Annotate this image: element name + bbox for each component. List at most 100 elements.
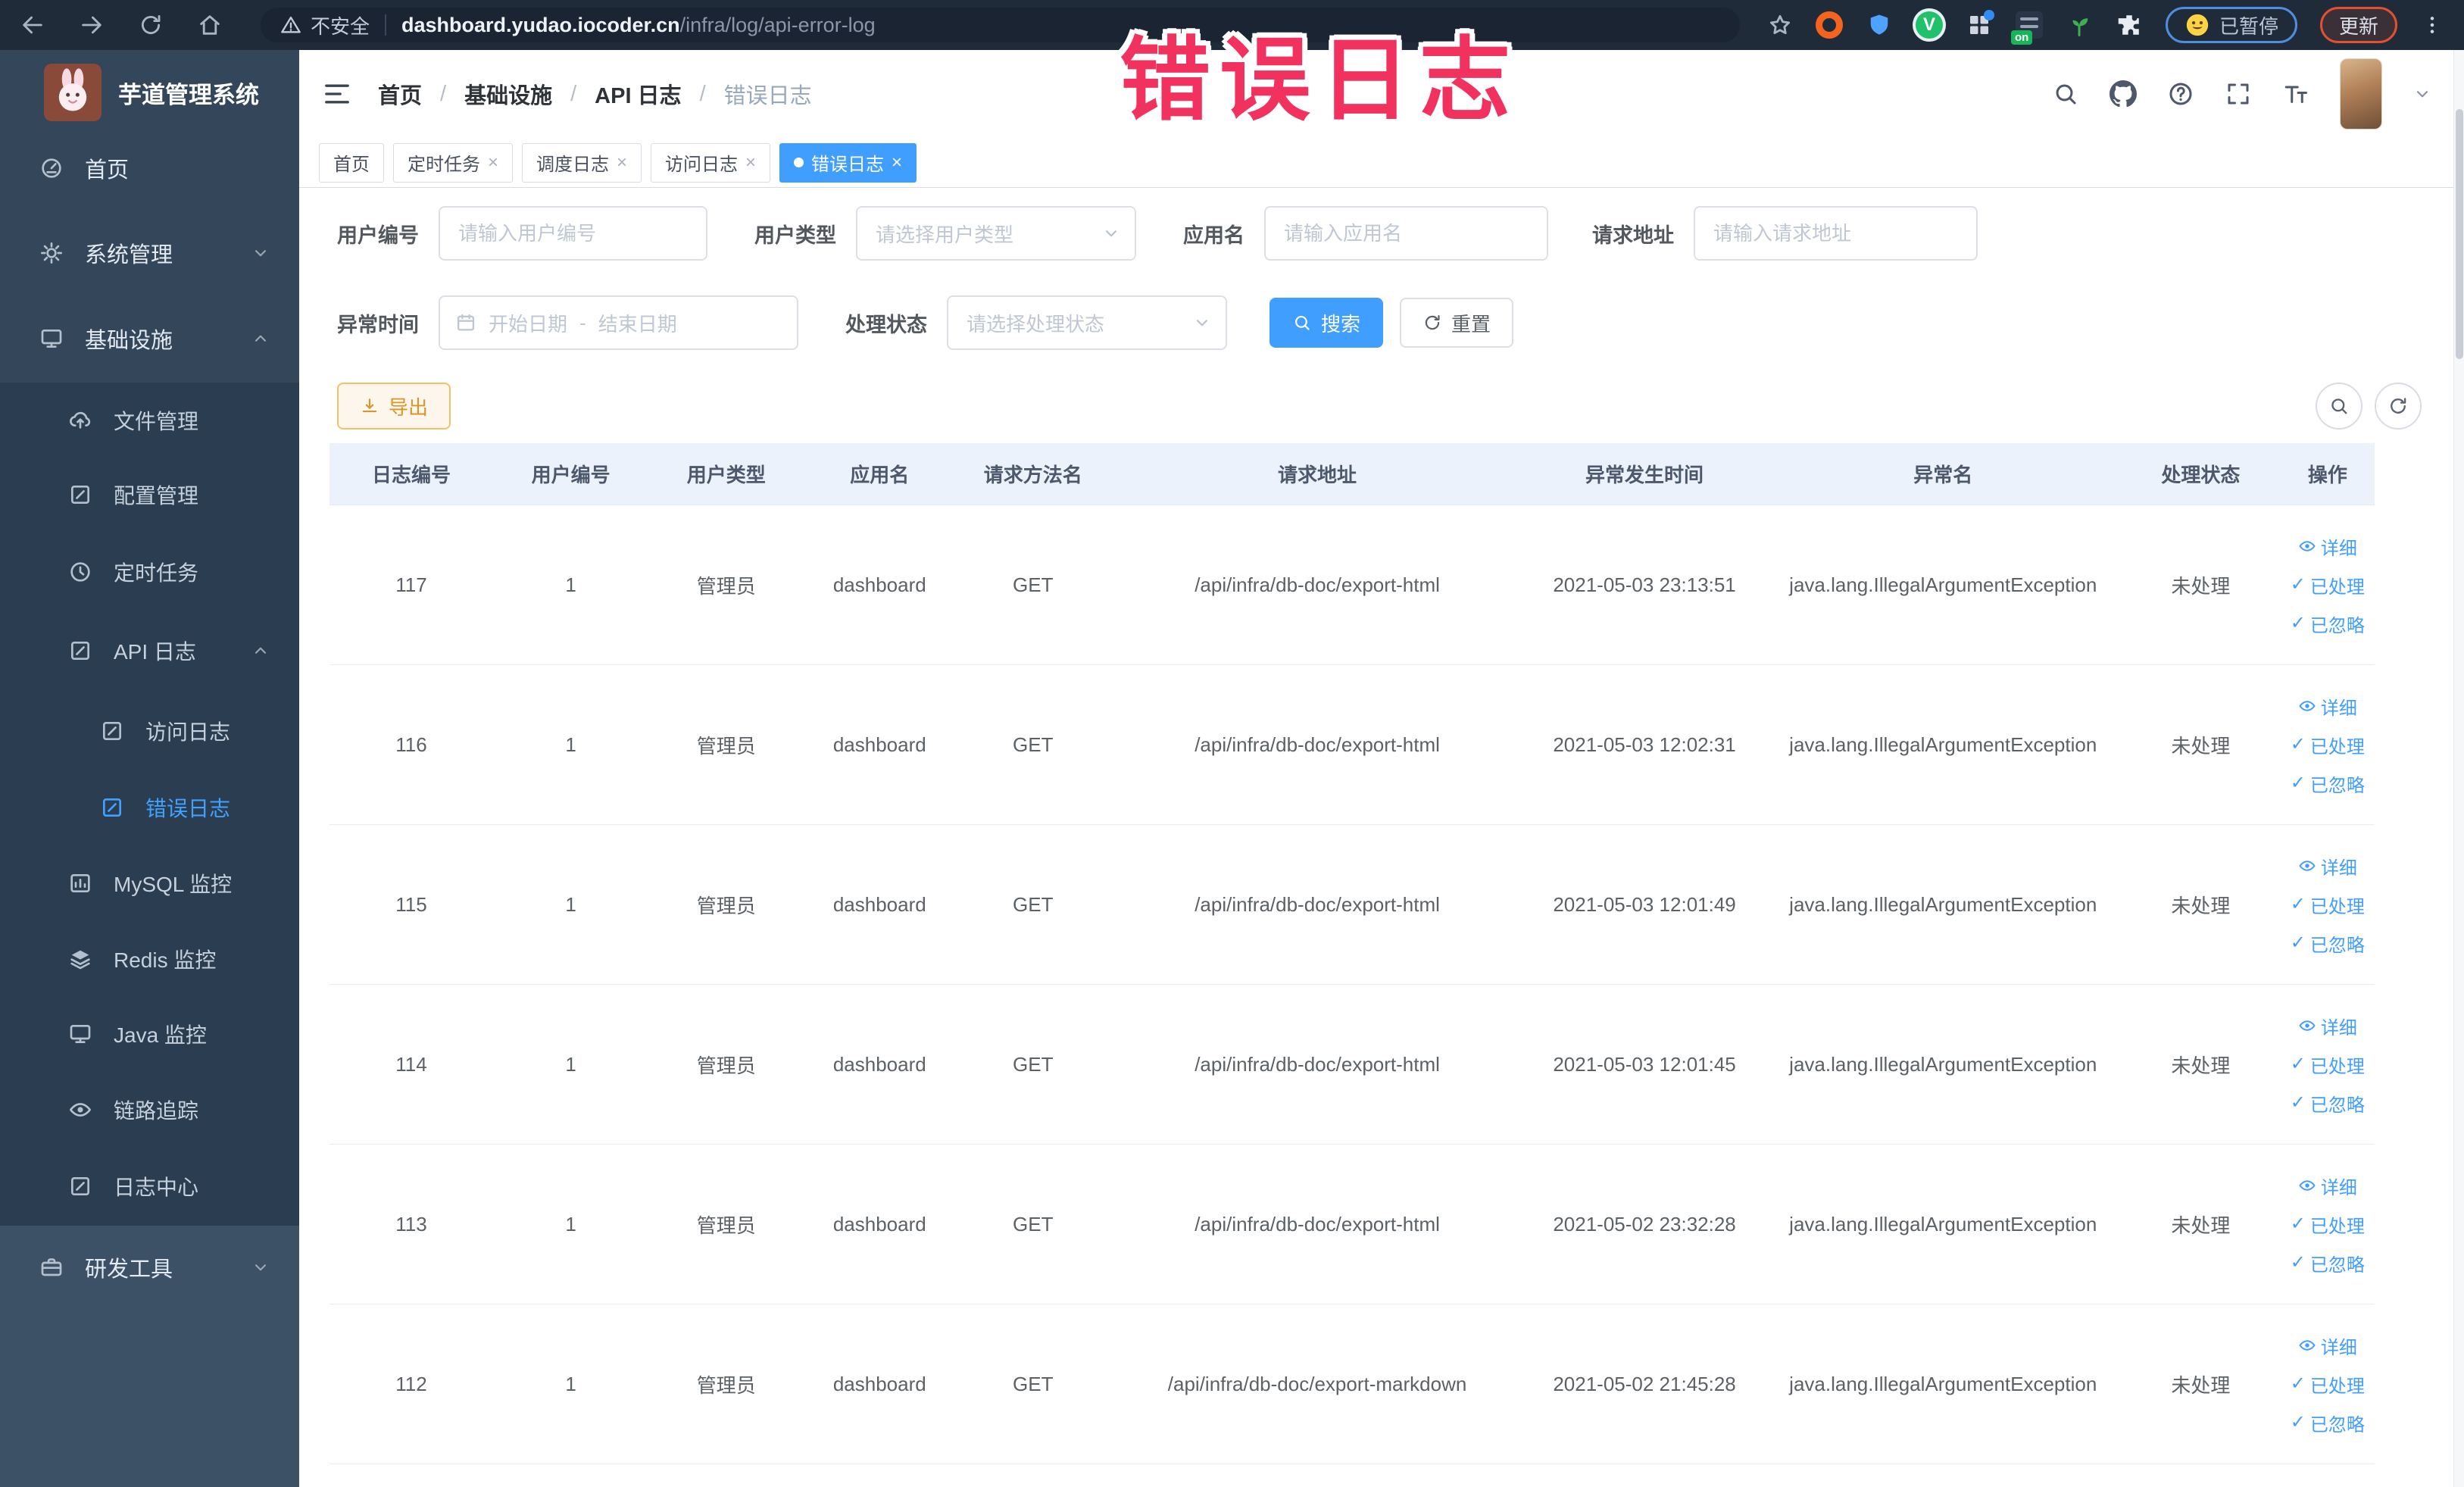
sidebar-item-tracing[interactable]: 链路追踪 <box>0 1072 299 1148</box>
extensions-puzzle-icon[interactable] <box>2116 11 2143 39</box>
processed-link[interactable]: ✓ 已处理 <box>2291 892 2365 918</box>
sidebar-item-log-center[interactable]: 日志中心 <box>0 1148 299 1224</box>
tab-access-log[interactable]: 访问日志 × <box>651 142 771 183</box>
sidebar-item-label: 链路追踪 <box>114 1099 199 1123</box>
user-id-input[interactable] <box>439 206 707 261</box>
sidebar-item-error-log[interactable]: 错误日志 <box>0 770 299 845</box>
request-url-input[interactable] <box>1694 206 1978 261</box>
processed-link[interactable]: ✓ 已处理 <box>2291 1051 2365 1078</box>
extension-grid-icon[interactable] <box>1966 10 1994 39</box>
cell-actions: 详细 ✓ 已处理 ✓ 已忽略 <box>2281 853 2375 957</box>
export-button[interactable]: 导出 <box>337 383 451 430</box>
back-icon[interactable] <box>20 12 45 38</box>
sidebar-item-java-monitor[interactable]: Java 监控 <box>0 996 299 1072</box>
update-button[interactable]: 更新 <box>2319 7 2397 43</box>
sidebar-item-dev-tools[interactable]: 研发工具 <box>0 1229 299 1305</box>
processed-link[interactable]: ✓ 已处理 <box>2291 1211 2365 1238</box>
detail-link[interactable]: 详细 <box>2298 533 2357 560</box>
request-url-label: 请求地址 <box>1592 223 1674 247</box>
sidebar-item-access-log[interactable]: 访问日志 <box>0 693 299 769</box>
breadcrumb-current: 错误日志 <box>723 84 812 108</box>
sidebar-item-infra[interactable]: 基础设施 <box>0 301 299 376</box>
browser-home-icon[interactable] <box>197 12 223 38</box>
search-icon[interactable] <box>2052 80 2079 108</box>
detail-link[interactable]: 详细 <box>2298 853 2357 879</box>
cell-user-type: 管理员 <box>696 894 756 917</box>
scrollbar-thumb[interactable] <box>2456 109 2463 359</box>
error-log-table: 日志编号 用户编号 用户类型 应用名 请求方法名 请求地址 异常发生时间 异常名… <box>329 443 2375 1464</box>
search-button[interactable]: 搜索 <box>1269 298 1384 348</box>
tab-home[interactable]: 首页 <box>319 142 384 183</box>
app-name-input[interactable] <box>1264 206 1548 261</box>
sidebar-item-mysql-monitor[interactable]: MySQL 监控 <box>0 845 299 921</box>
sidebar-toggle-icon[interactable] <box>322 79 352 109</box>
reset-button[interactable]: 重置 <box>1400 298 1514 348</box>
processed-link[interactable]: ✓ 已处理 <box>2291 572 2365 598</box>
extension-orange-icon[interactable] <box>1815 11 1843 39</box>
ignored-link[interactable]: ✓ 已忽略 <box>2291 930 2365 957</box>
ignored-link[interactable]: ✓ 已忽略 <box>2291 1250 2365 1276</box>
app-logo[interactable]: 芋道管理系统 <box>44 64 259 121</box>
address-bar[interactable]: 不安全 dashboard.yudao.iocoder.cn/infra/log… <box>261 8 1740 42</box>
date-range-picker[interactable]: 开始日期 - 结束日期 <box>439 295 798 350</box>
close-icon[interactable]: × <box>892 153 902 172</box>
tab-error-log[interactable]: 错误日志 × <box>779 142 917 183</box>
cell-user-id: 1 <box>565 1372 576 1395</box>
close-icon[interactable]: × <box>617 153 627 172</box>
user-menu-caret-icon[interactable] <box>2412 84 2432 104</box>
refresh-table-button[interactable] <box>2375 383 2422 430</box>
sidebar-item-api-log[interactable]: API 日志 <box>0 613 299 689</box>
processed-link[interactable]: ✓ 已处理 <box>2291 732 2365 758</box>
bookmark-star-icon[interactable] <box>1767 12 1793 38</box>
cell-log-id: 114 <box>395 1052 427 1076</box>
check-icon: ✓ <box>2290 613 2306 633</box>
paused-profile-badge[interactable]: 已暂停 <box>2165 7 2297 43</box>
sidebar-item-system[interactable]: 系统管理 <box>0 215 299 291</box>
browser-menu-icon[interactable] <box>2420 13 2444 37</box>
breadcrumb-api-log[interactable]: API 日志 <box>595 78 681 110</box>
forward-icon[interactable] <box>79 12 105 38</box>
process-status-select[interactable]: 请选择处理状态 <box>947 295 1227 350</box>
sidebar-item-home[interactable]: 首页 <box>0 130 299 206</box>
sidebar-item-config-manage[interactable]: 配置管理 <box>0 457 299 533</box>
scrollbar[interactable] <box>2453 50 2464 1487</box>
user-avatar[interactable] <box>2340 58 2382 130</box>
detail-link[interactable]: 详细 <box>2298 1173 2357 1199</box>
font-size-icon[interactable] <box>2282 80 2309 108</box>
close-icon[interactable]: × <box>745 153 756 172</box>
processed-link[interactable]: ✓ 已处理 <box>2291 1371 2365 1398</box>
logo-avatar <box>44 64 101 121</box>
fullscreen-icon[interactable] <box>2225 80 2252 108</box>
extension-shield-icon[interactable] <box>1866 11 1893 39</box>
detail-link[interactable]: 详细 <box>2298 693 2357 720</box>
app-title: 芋道管理系统 <box>118 81 259 108</box>
sidebar-item-file-manage[interactable]: 文件管理 <box>0 383 299 458</box>
ignored-link[interactable]: ✓ 已忽略 <box>2291 1090 2365 1117</box>
breadcrumb-infra[interactable]: 基础设施 <box>464 78 552 110</box>
extension-sprout-icon[interactable] <box>2066 11 2093 39</box>
user-type-select[interactable]: 请选择用户类型 <box>856 206 1136 261</box>
col-exception-time: 异常发生时间 <box>1585 464 1704 486</box>
breadcrumb-home[interactable]: 首页 <box>378 78 422 110</box>
ignored-link[interactable]: ✓ 已忽略 <box>2291 1410 2365 1436</box>
cell-user-type: 管理员 <box>696 1373 756 1397</box>
ignored-link[interactable]: ✓ 已忽略 <box>2291 770 2365 797</box>
exception-time-label: 异常时间 <box>337 313 419 336</box>
github-icon[interactable] <box>2110 80 2137 108</box>
extension-v-icon[interactable]: V <box>1915 11 1943 39</box>
ignored-link[interactable]: ✓ 已忽略 <box>2291 611 2365 637</box>
cell-method: GET <box>1013 733 1054 756</box>
tab-label: 访问日志 <box>665 155 739 175</box>
help-icon[interactable] <box>2167 80 2194 108</box>
sidebar-item-redis-monitor[interactable]: Redis 监控 <box>0 921 299 997</box>
tab-schedule-log[interactable]: 调度日志 × <box>522 142 642 183</box>
reload-icon[interactable] <box>138 12 164 38</box>
extension-on-icon[interactable]: on <box>2010 11 2043 45</box>
sidebar-item-scheduled-jobs[interactable]: 定时任务 <box>0 534 299 610</box>
tab-scheduled-jobs[interactable]: 定时任务 × <box>393 142 514 183</box>
close-icon[interactable]: × <box>488 153 498 172</box>
detail-link[interactable]: 详细 <box>2298 1332 2357 1359</box>
chevron-up-icon <box>251 329 270 348</box>
detail-link[interactable]: 详细 <box>2298 1013 2357 1039</box>
toggle-search-button[interactable] <box>2316 383 2363 430</box>
